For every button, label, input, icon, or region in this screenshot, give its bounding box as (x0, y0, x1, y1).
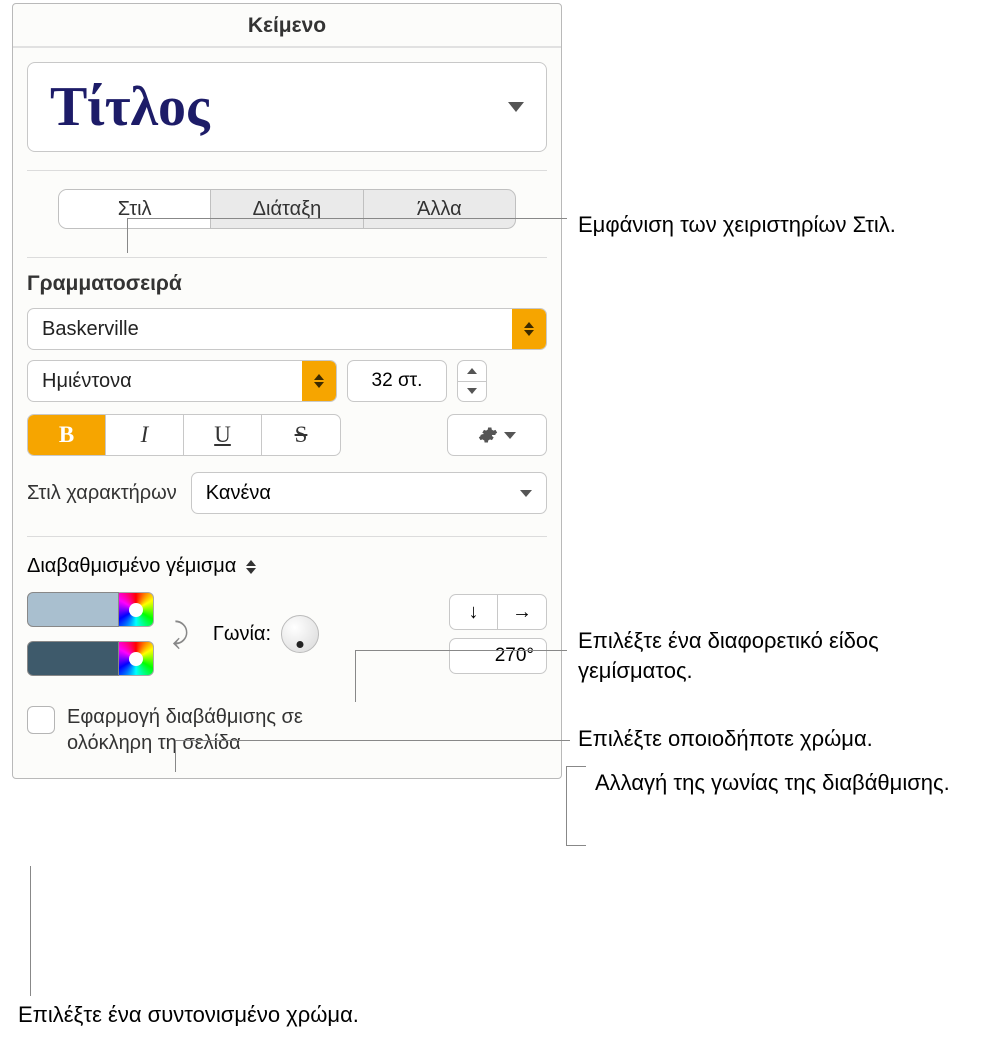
font-family-value: Baskerville (28, 318, 139, 341)
gradient-color-1-swatch[interactable] (27, 592, 119, 627)
italic-button[interactable]: I (106, 415, 184, 455)
divider (27, 536, 547, 537)
divider (27, 170, 547, 171)
callout-fill-type: Επιλέξτε ένα διαφορετικό είδος γεμίσματο… (578, 626, 998, 685)
gear-icon (478, 425, 498, 445)
leader-bracket (566, 766, 586, 846)
callout-tuned-color: Επιλέξτε ένα συντονισμένο χρώμα. (18, 1000, 359, 1030)
leader-line (30, 866, 31, 996)
panel-title: Κείμενο (13, 4, 561, 48)
bold-button[interactable]: B (28, 415, 106, 455)
callout-style-tab: Εμφάνιση των χειριστηρίων Στιλ. (578, 210, 896, 240)
paragraph-style-label: Τίτλος (50, 75, 210, 139)
angle-label: Γωνία: (213, 623, 271, 646)
color-wheel-1[interactable] (119, 592, 154, 627)
color-wheel-2[interactable] (119, 641, 154, 676)
underline-button[interactable]: U (184, 415, 262, 455)
leader-line (175, 740, 570, 772)
font-size-field[interactable]: 32 στ. (347, 360, 447, 402)
strikethrough-button[interactable]: S (262, 415, 340, 455)
paragraph-style-picker[interactable]: Τίτλος (27, 62, 547, 152)
text-style-segment: B I U S (27, 414, 341, 456)
font-size-stepper[interactable] (457, 360, 487, 402)
dropdown-stepper-icon (512, 309, 546, 349)
updown-icon (246, 560, 256, 574)
angle-direction-segment: ↓ → (449, 594, 547, 630)
chevron-down-icon (504, 432, 516, 439)
font-section-header: Γραμματοσειρά (27, 257, 547, 296)
character-style-label: Στιλ χαρακτήρων (27, 482, 177, 505)
font-weight-value: Ημιέντονα (28, 370, 132, 393)
stepper-up-icon[interactable] (458, 361, 486, 382)
leader-line (355, 650, 567, 702)
angle-down-button[interactable]: ↓ (450, 595, 498, 629)
angle-dial[interactable] (281, 615, 319, 653)
character-style-dropdown[interactable]: Κανένα (191, 472, 547, 514)
fill-type-dropdown[interactable]: Διαβαθμισμένο γέμισμα (27, 555, 256, 578)
chevron-down-icon (508, 102, 524, 112)
callout-any-color: Επιλέξτε οποιοδήποτε χρώμα. (578, 724, 873, 754)
apply-gradient-checkbox[interactable] (27, 706, 55, 734)
stepper-down-icon[interactable] (458, 382, 486, 402)
chevron-down-icon (520, 490, 532, 497)
swap-colors-icon[interactable]: ⤸ (172, 618, 189, 651)
gradient-color-2-swatch[interactable] (27, 641, 119, 676)
dropdown-stepper-icon (302, 361, 336, 401)
callout-angle: Αλλαγή της γωνίας της διαβάθμισης. (595, 768, 950, 798)
leader-line (127, 218, 567, 253)
font-family-dropdown[interactable]: Baskerville (27, 308, 547, 350)
advanced-options-button[interactable] (447, 414, 547, 456)
font-weight-dropdown[interactable]: Ημιέντονα (27, 360, 337, 402)
character-style-value: Κανένα (206, 482, 271, 505)
fill-type-value: Διαβαθμισμένο γέμισμα (27, 555, 236, 578)
angle-right-button[interactable]: → (498, 595, 546, 629)
